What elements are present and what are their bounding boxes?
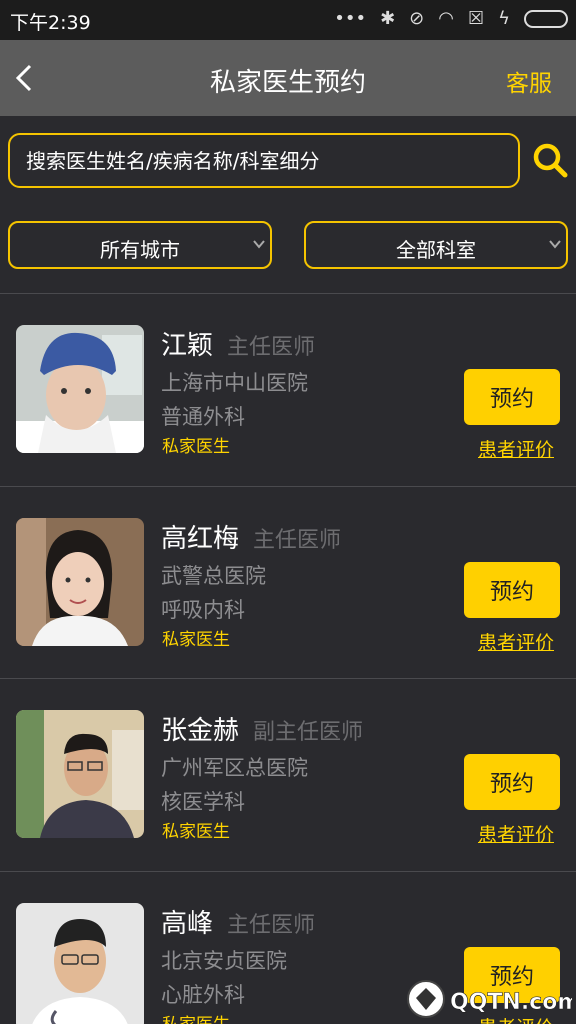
book-button[interactable]: 预约 — [464, 369, 560, 425]
doctor-hospital: 北京安贞医院 — [161, 949, 287, 973]
doctor-photo — [16, 325, 144, 453]
status-bar: 下午2:39 ••• ✱ ⊘ ◠ ☒ ϟ — [0, 0, 576, 40]
search-input[interactable] — [10, 135, 518, 186]
app-header: 私家医生预约 客服 — [0, 40, 576, 116]
doctor-card[interactable]: 高红梅 主任医师 武警总医院 呼吸内科 私家医生 预约 患者评价 — [0, 486, 576, 678]
patient-review-link[interactable]: 患者评价 — [478, 435, 554, 462]
silent-icon: ⊘ — [409, 8, 425, 29]
doctor-card[interactable]: 江颖 主任医师 上海市中山医院 普通外科 私家医生 预约 患者评价 — [0, 293, 576, 485]
department-filter-dropdown[interactable]: 全部科室 — [304, 221, 568, 269]
private-doctor-tag: 私家医生 — [162, 1010, 230, 1024]
search-box — [8, 133, 520, 188]
no-sim-icon: ☒ — [467, 8, 485, 29]
svg-text:QQTN.com: QQTN.com — [450, 990, 572, 1015]
battery-icon — [524, 9, 568, 28]
doctor-department: 普通外科 — [161, 405, 245, 429]
doctor-hospital: 上海市中山医院 — [161, 371, 308, 395]
patient-review-link[interactable]: 患者评价 — [478, 628, 554, 655]
customer-service-button[interactable]: 客服 — [506, 64, 552, 98]
doctor-rank: 主任医师 — [253, 528, 342, 553]
doctor-rank: 主任医师 — [227, 335, 316, 360]
doctor-name: 高红梅 — [161, 524, 240, 554]
doctor-name-line: 高峰 主任医师 — [161, 903, 315, 940]
doctor-photo — [16, 903, 144, 1024]
doctor-card[interactable]: 张金赫 副主任医师 广州军区总医院 核医学科 私家医生 预约 患者评价 — [0, 678, 576, 870]
doctor-name: 高峰 — [161, 909, 214, 939]
doctor-rank: 副主任医师 — [253, 720, 364, 745]
private-doctor-tag: 私家医生 — [162, 630, 230, 650]
doctor-name-line: 张金赫 副主任医师 — [161, 710, 363, 747]
doctor-department: 心脏外科 — [161, 983, 245, 1007]
doctor-name-line: 高红梅 主任医师 — [161, 518, 341, 555]
private-doctor-tag: 私家医生 — [162, 437, 230, 457]
doctor-name-line: 江颖 主任医师 — [161, 325, 315, 362]
page-title: 私家医生预约 — [209, 68, 366, 98]
patient-review-link[interactable]: 患者评价 — [478, 820, 554, 847]
status-icons: ••• ✱ ⊘ ◠ ☒ ϟ — [334, 8, 568, 29]
doctor-department: 核医学科 — [161, 790, 245, 814]
private-doctor-tag: 私家医生 — [162, 822, 230, 842]
doctor-department: 呼吸内科 — [161, 598, 245, 622]
city-filter-dropdown[interactable]: 所有城市 — [8, 221, 272, 269]
department-filter-label: 全部科室 — [396, 238, 476, 262]
charging-icon: ϟ — [498, 8, 510, 29]
more-dots-icon: ••• — [334, 8, 367, 29]
doctor-photo — [16, 710, 144, 838]
doctor-name: 张金赫 — [161, 716, 240, 746]
bluetooth-icon: ✱ — [380, 8, 396, 29]
search-button[interactable] — [532, 142, 568, 178]
status-time: 下午2:39 — [10, 12, 91, 34]
doctor-name: 江颖 — [161, 331, 214, 361]
chevron-down-icon — [253, 240, 265, 249]
book-button[interactable]: 预约 — [464, 562, 560, 618]
chevron-down-icon — [549, 240, 561, 249]
doctor-photo — [16, 518, 144, 646]
doctor-hospital: 武警总医院 — [161, 564, 266, 588]
wifi-icon: ◠ — [438, 8, 454, 29]
watermark-logo: QQTN.com — [404, 976, 576, 1022]
doctor-rank: 主任医师 — [227, 913, 316, 938]
doctor-hospital: 广州军区总医院 — [161, 756, 308, 780]
search-icon — [533, 143, 568, 178]
city-filter-label: 所有城市 — [100, 238, 180, 262]
book-button[interactable]: 预约 — [464, 754, 560, 810]
